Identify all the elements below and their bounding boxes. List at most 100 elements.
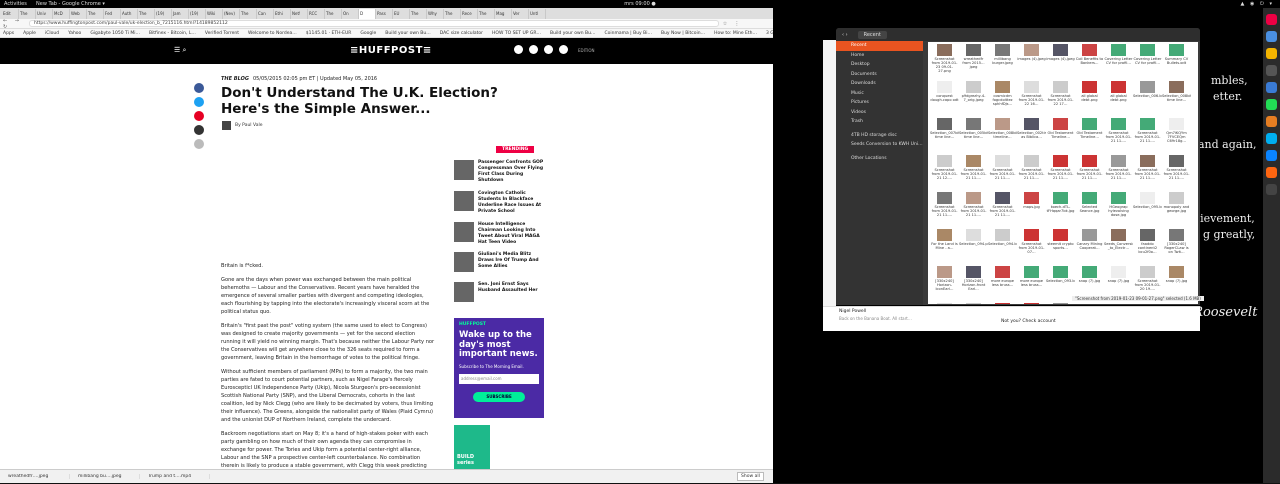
browser-tab[interactable]: The	[478, 9, 495, 19]
file-item[interactable]: Screenshot from 2019-01-23 09-01-27.png	[930, 42, 959, 79]
file-item[interactable]: Selection_008biblical timeline…	[988, 116, 1017, 153]
location-breadcrumb[interactable]: Recent	[857, 30, 887, 39]
build-series-ad[interactable]: BUILD series	[454, 425, 490, 475]
browser-tab[interactable]: Why	[427, 9, 444, 19]
file-item[interactable]: Covering Letter CV for profil…	[1104, 42, 1133, 79]
browser-tab[interactable]: McD	[53, 9, 70, 19]
check-account-link[interactable]: Not you? Check account	[1001, 319, 1056, 324]
browser-tab[interactable]: Net!	[291, 9, 308, 19]
file-item[interactable]: jud.bmp	[988, 301, 1017, 304]
firefox-icon[interactable]	[1266, 167, 1277, 178]
browser-tab[interactable]: The	[444, 9, 461, 19]
browser-tab[interactable]: Jam	[172, 9, 189, 19]
browser-tab[interactable]: D	[359, 9, 376, 19]
bookmark-item[interactable]: $1145.01 · ETH-EUR	[306, 31, 352, 36]
browser-tab[interactable]: Pass	[376, 9, 393, 19]
trending-item[interactable]: Covington Catholic Students In Blackface…	[454, 191, 546, 215]
file-item[interactable]: Screenshot from 2019-01-22 16…	[1017, 79, 1046, 116]
chrome-icon[interactable]	[1266, 48, 1277, 59]
file-item[interactable]: Qm7iKQYm 7FVCEQm C69r18g…	[1162, 116, 1191, 153]
file-item[interactable]: Screenshot from 2019-01-22 17…	[1046, 79, 1075, 116]
hamburger-menu-icon[interactable]: ☰ ⌕	[174, 46, 186, 55]
file-item[interactable]: monopoly and george.jpg	[1162, 190, 1191, 227]
file-item[interactable]: Selection_093.bmp	[1046, 264, 1075, 301]
show-apps-icon[interactable]	[1266, 184, 1277, 195]
file-item[interactable]: wreathedfr from 2015…jpeg	[959, 42, 988, 79]
file-item[interactable]: Selection_005bitlical time line…	[959, 116, 988, 153]
browser-tab[interactable]: EU	[393, 9, 410, 19]
menu-dots-icon[interactable]: ⋮	[731, 21, 743, 27]
file-item[interactable]: Seeds_Conversion _to_Electr…	[1104, 227, 1133, 264]
file-item[interactable]: more europe less bruss…	[1017, 264, 1046, 301]
pinterest-share-icon[interactable]	[194, 111, 204, 121]
browser-tab[interactable]: Untl	[529, 9, 546, 19]
comment-icon[interactable]	[194, 139, 204, 149]
sidebar-place[interactable]: Recent	[836, 41, 923, 51]
email-input[interactable]: address@email.com	[459, 373, 539, 384]
trending-headline[interactable]: House Intelligence Chairman Looking Into…	[478, 222, 546, 246]
sidebar-place[interactable]: Downloads	[836, 79, 923, 89]
bookmark-item[interactable]: Coinmama | Buy Bi…	[604, 31, 652, 36]
skype-icon[interactable]	[1266, 133, 1277, 144]
browser-tab[interactable]: The	[325, 9, 342, 19]
browser-tab[interactable]: (Nev)	[223, 9, 240, 19]
software-center-icon[interactable]	[1266, 116, 1277, 127]
file-item[interactable]: [330x240] RogerCLaw is on Twit…	[1162, 227, 1191, 264]
sidebar-place[interactable]: 4TB HD storage disc	[836, 131, 923, 141]
browser-tab[interactable]: On	[342, 9, 359, 19]
bookmark-item[interactable]: 3 GPU working wit…	[766, 31, 773, 36]
browser-tab[interactable]: Rece	[461, 9, 478, 19]
file-item[interactable]: Screenshot from 2019-01-21 11-…	[1162, 153, 1191, 190]
sidebar-place[interactable]: Other Locations	[836, 154, 923, 164]
system-tray-icons[interactable]: ▲ ◉ ⏻ ▾	[1241, 0, 1274, 8]
files-icon[interactable]	[1266, 31, 1277, 42]
download-item[interactable]: Trump and t….mp4	[144, 474, 210, 479]
file-item[interactable]: Screenshot from 2019-01-21 12-…	[930, 153, 959, 190]
file-item[interactable]: all global debt.png	[1104, 79, 1133, 116]
browser-tab[interactable]: RCC	[308, 9, 325, 19]
bookmark-item[interactable]: Build your own Bu…	[385, 31, 430, 36]
sidebar-place[interactable]: Desktop	[836, 60, 923, 70]
browser-tab[interactable]: Ethi	[274, 9, 291, 19]
bookmark-item[interactable]: Gigabyte 1050 Ti Mi…	[90, 31, 140, 36]
sidebar-place[interactable]: Videos	[836, 108, 923, 118]
file-item[interactable]: Selection_008bitlical time line…	[1162, 79, 1191, 116]
twitter-share-icon[interactable]	[194, 97, 204, 107]
url-input[interactable]: https://www.huffingtonpost.com/paul-vale…	[29, 20, 719, 27]
trending-item[interactable]: Giuliani's Media Blitz Draws Ire Of Trum…	[454, 252, 546, 272]
file-item[interactable]: [330x240] Horizon-front Earl…	[959, 264, 988, 301]
trending-item[interactable]: Passenger Confronts GOP Congressman Over…	[454, 160, 546, 184]
instagram-icon[interactable]	[559, 45, 568, 54]
bookmark-item[interactable]: How to: Mine Eth…	[714, 31, 757, 36]
file-item[interactable]: Screenshot from 2019-01-21 11-…	[1133, 116, 1162, 153]
sidebar-place[interactable]: Home	[836, 51, 923, 61]
file-item[interactable]: Ticket-outbeld.jpg	[930, 301, 959, 304]
file-item[interactable]: Selection_007bitlical time line…	[930, 116, 959, 153]
browser-tab[interactable]: The	[87, 9, 104, 19]
bookmark-item[interactable]: Bitfinex - Bitcoin, L…	[149, 31, 196, 36]
file-item[interactable]: [330x240] Horizon-IconEarl…	[930, 264, 959, 301]
browser-tab[interactable]: The	[240, 9, 257, 19]
sidebar-place[interactable]: Music	[836, 89, 923, 99]
bookmark-item[interactable]: Google	[360, 31, 376, 36]
file-item[interactable]: Screenshot from 2019-01-07…	[1017, 227, 1046, 264]
file-item[interactable]: steemit crypto sports…	[1046, 227, 1075, 264]
file-item[interactable]: Selection_095.bmp	[1133, 190, 1162, 227]
file-item[interactable]: For the Land is Mine - a…	[930, 227, 959, 264]
file-item[interactable]: Screenshot from 2019-01-21 11-…	[1046, 153, 1075, 190]
bookmark-item[interactable]: Verified Torrent	[205, 31, 239, 36]
sidebar-place[interactable]: Pictures	[836, 98, 923, 108]
file-item[interactable]: jud.png	[959, 301, 988, 304]
twitter-icon[interactable]	[544, 45, 553, 54]
app-icon[interactable]	[1266, 150, 1277, 161]
file-item[interactable]: Screenshot from 2019-01-21 11-…	[930, 190, 959, 227]
sidebar-place[interactable]: Trash	[836, 117, 923, 127]
file-item[interactable]: maps.jpg	[1017, 190, 1046, 227]
file-item[interactable]: Selection_094.png	[959, 227, 988, 264]
app-menu[interactable]: New Tab - Google Chrome ▾	[36, 0, 105, 8]
trending-headline[interactable]: Passenger Confronts GOP Congressman Over…	[478, 160, 546, 184]
bookmark-item[interactable]: Buy Now | Bitcoin…	[661, 31, 705, 36]
download-item[interactable]: millibang bu….jpeg	[74, 474, 140, 479]
file-item[interactable]: conquest dough.capo odt	[930, 79, 959, 116]
file-item[interactable]: Screenshot from 2019-01-21 11-…	[1075, 153, 1104, 190]
